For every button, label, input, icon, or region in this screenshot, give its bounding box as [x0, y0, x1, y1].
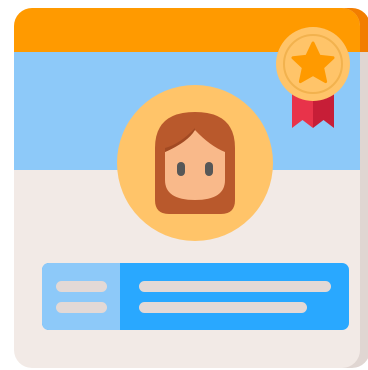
profile-card-illustration	[14, 8, 368, 368]
info-right-line-1	[139, 281, 331, 292]
info-left-line-1	[56, 281, 107, 292]
avatar-right-eye	[205, 162, 213, 176]
info-left-line-2	[56, 302, 107, 313]
profile-card-icon	[0, 0, 368, 370]
info-right-line-2	[139, 302, 307, 313]
avatar-person-icon	[155, 112, 235, 214]
info-bar-left	[42, 263, 120, 330]
avatar-left-eye	[177, 162, 185, 176]
info-bar	[42, 263, 349, 330]
